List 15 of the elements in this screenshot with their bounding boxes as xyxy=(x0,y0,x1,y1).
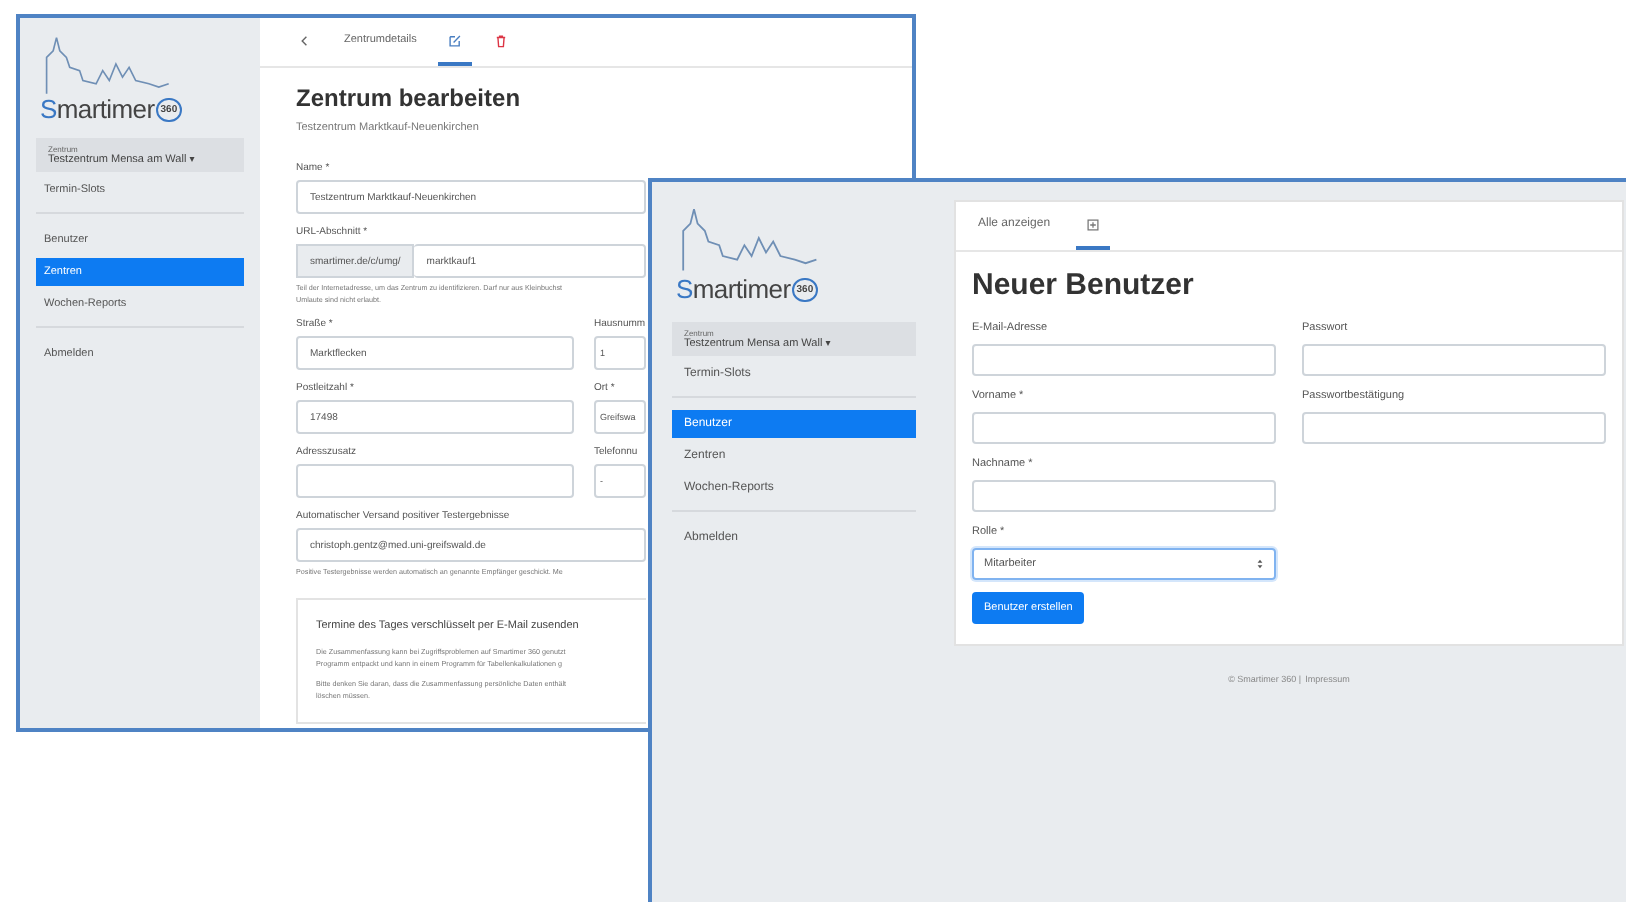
input-field[interactable] xyxy=(296,464,574,498)
logo-text: Smartimer xyxy=(40,94,155,124)
plus-square-icon xyxy=(1086,217,1101,231)
sort-caret-icon xyxy=(1256,558,1264,570)
logo-text: Smartimer xyxy=(676,274,791,304)
trash-icon xyxy=(494,33,509,47)
edit-icon xyxy=(448,33,463,47)
input-field[interactable] xyxy=(972,344,1276,376)
input-field[interactable] xyxy=(972,480,1276,512)
input-field[interactable] xyxy=(1302,344,1606,376)
input-field[interactable] xyxy=(972,412,1276,444)
chevron-left-icon xyxy=(298,33,312,47)
page-title: Neuer Benutzer xyxy=(972,268,1196,302)
page-title: Zentrum bearbeiten xyxy=(296,84,523,112)
input-field[interactable] xyxy=(1302,412,1606,444)
